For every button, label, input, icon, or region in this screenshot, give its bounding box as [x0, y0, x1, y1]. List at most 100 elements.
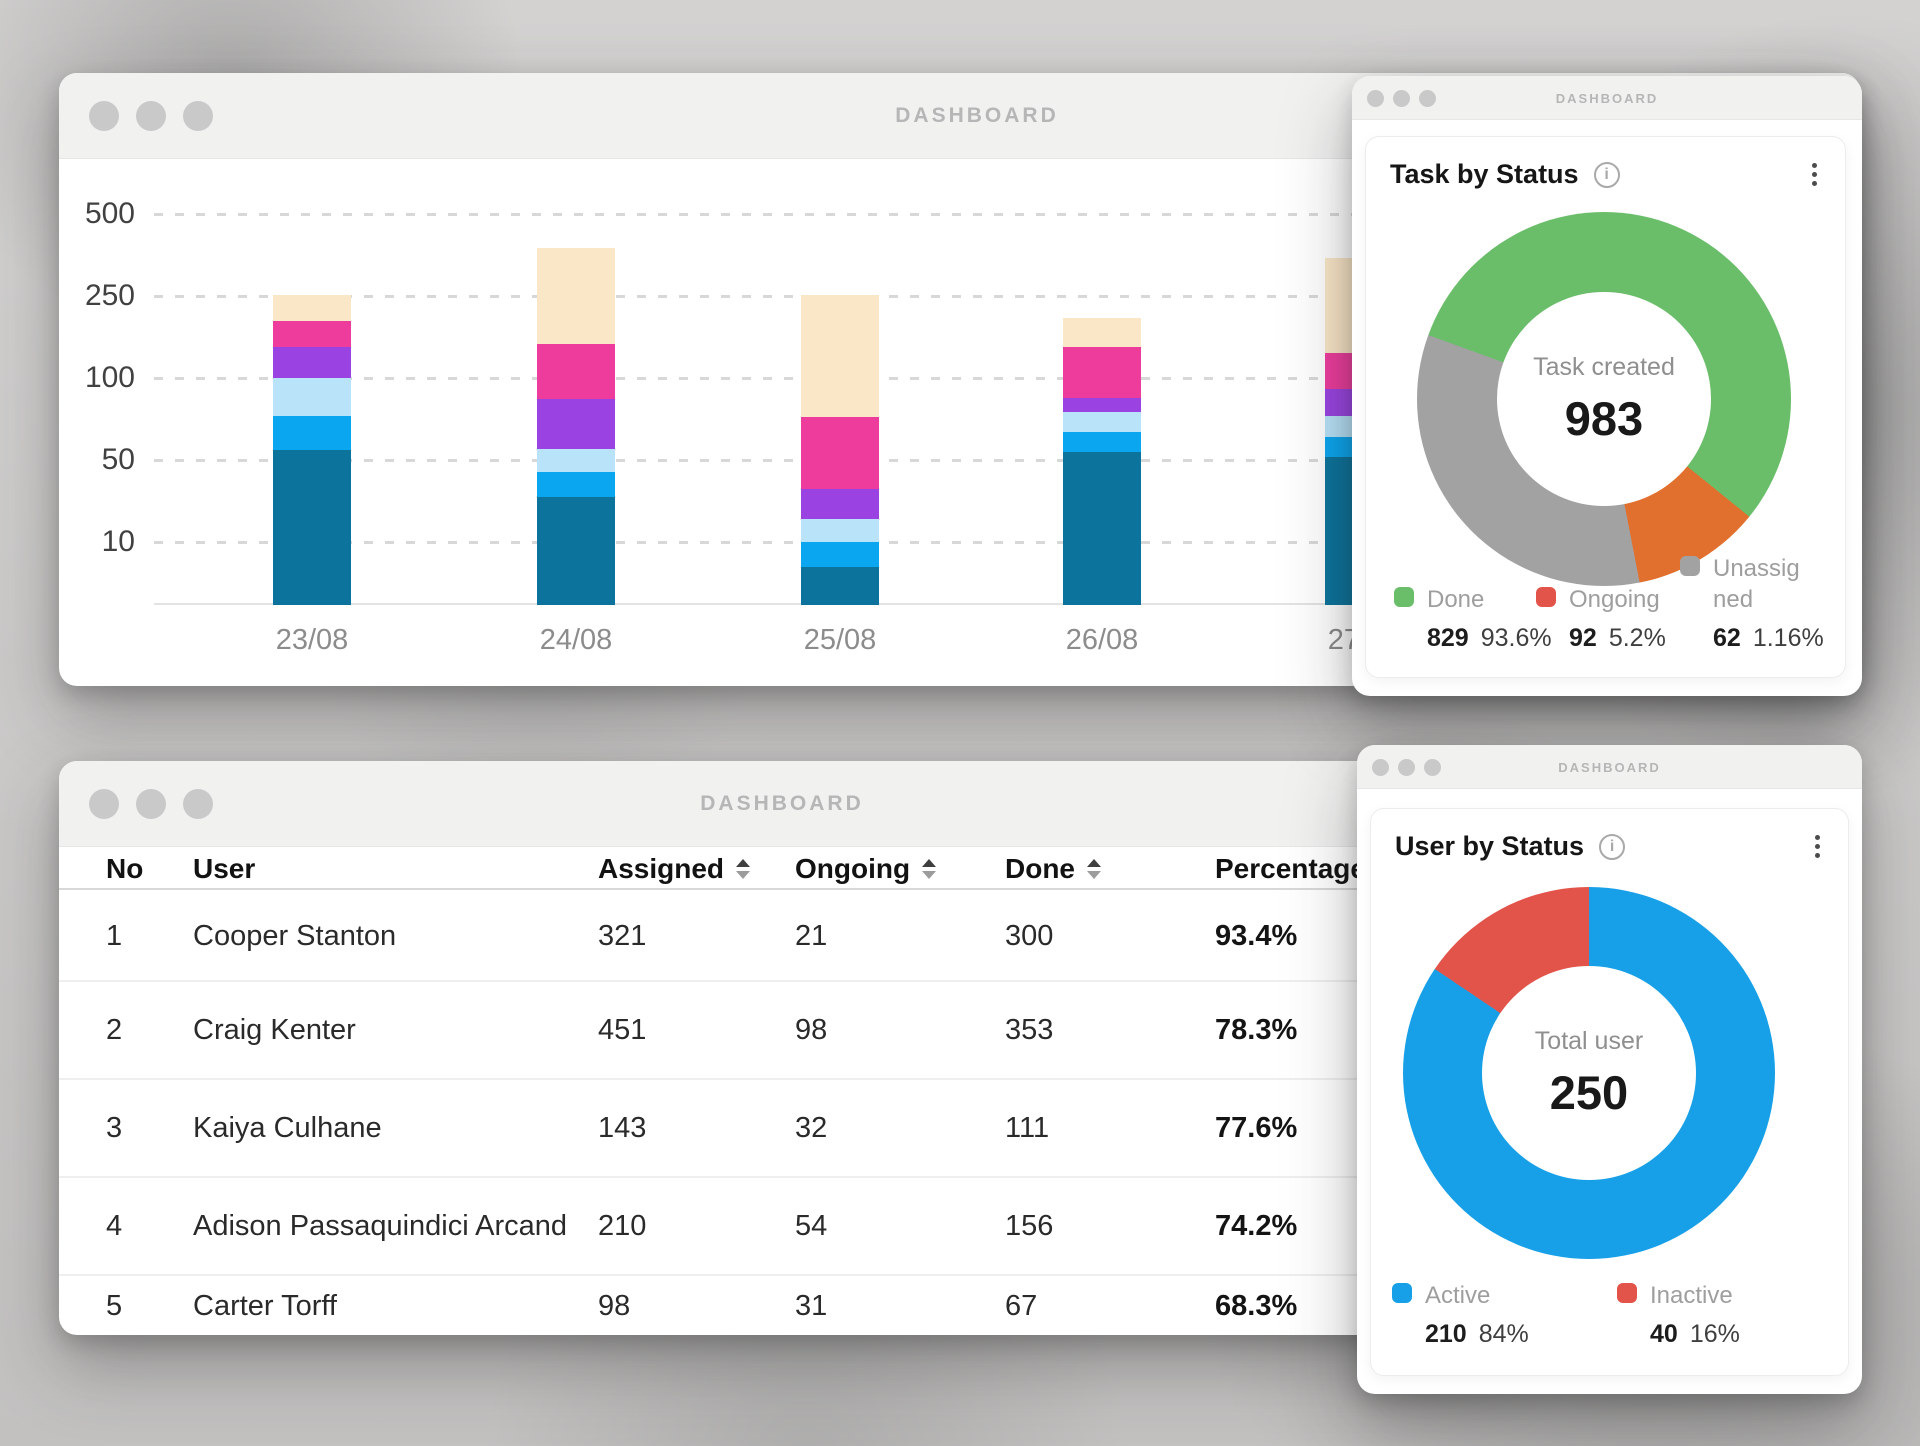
kebab-menu-icon[interactable] [1815, 835, 1820, 858]
column-header-assigned[interactable]: Assigned [598, 853, 795, 885]
sort-icon [1087, 859, 1101, 879]
table-cell: 321 [598, 920, 795, 953]
user-by-status-card: User by Status i Total user 250 Active 2… [1370, 808, 1849, 1376]
bar-segment-cream [1063, 318, 1141, 348]
legend-swatch [1394, 587, 1414, 607]
table-cell: 3 [106, 1112, 193, 1145]
bar-segment-purple [273, 347, 351, 378]
y-axis-tick-label: 250 [59, 279, 135, 313]
legend-percent: 5.2% [1609, 624, 1666, 653]
donut-center-value: 983 [1565, 391, 1643, 446]
bar-segment-purple [537, 399, 615, 448]
x-category-label: 25/08 [765, 622, 915, 658]
info-icon[interactable]: i [1594, 162, 1620, 188]
legend-percent: 84% [1479, 1320, 1529, 1349]
bar-segment-purple [801, 489, 879, 520]
column-header-user: User [193, 853, 598, 885]
table-row: 1Cooper Stanton3212130093.4% [59, 892, 1505, 982]
y-axis-tick-label: 50 [59, 443, 135, 477]
bar-segment-blue [537, 472, 615, 497]
titlebar: DASHBOARD [1352, 76, 1862, 120]
bar-segment-dark-blue [801, 567, 879, 605]
info-icon[interactable]: i [1599, 834, 1625, 860]
card-title: Task by Status [1390, 159, 1579, 190]
user-by-status-window: DASHBOARD User by Status i Total user 25… [1357, 745, 1862, 1394]
table-cell: 67 [1005, 1290, 1215, 1323]
table-cell: Adison Passaquindici Arcand [193, 1210, 598, 1243]
legend-swatch [1392, 1283, 1412, 1303]
column-header-done[interactable]: Done [1005, 853, 1215, 885]
legend-percent: 16% [1690, 1320, 1740, 1349]
window-control-dot[interactable] [89, 101, 119, 131]
table-cell: 156 [1005, 1210, 1215, 1243]
table-cell: Kaiya Culhane [193, 1112, 598, 1145]
legend-item: Ongoing 92 5.2% [1536, 584, 1680, 653]
bar-segment-light-blue [273, 378, 351, 416]
user-table-window: DASHBOARD No User Assigned Ongoing Done … [59, 761, 1505, 1335]
table-body: 1Cooper Stanton3212130093.4%2Craig Kente… [59, 892, 1505, 1335]
window-control-dot[interactable] [183, 101, 213, 131]
table-cell: 353 [1005, 1014, 1215, 1047]
legend-item: Done 829 93.6% [1394, 584, 1536, 653]
legend-label: Done [1427, 584, 1484, 615]
desktop-background: { "windows": { "bar": { "title": "DASHBO… [0, 0, 1920, 1446]
y-axis-tick-label: 500 [59, 197, 135, 231]
legend-swatch [1617, 1283, 1637, 1303]
table-cell: 1 [106, 920, 193, 953]
table-cell: 4 [106, 1210, 193, 1243]
table-cell: 143 [598, 1112, 795, 1145]
y-axis-tick-label: 100 [59, 361, 135, 395]
table-cell: 210 [598, 1210, 795, 1243]
legend-label: Unassigned [1713, 553, 1809, 615]
window-control-dot[interactable] [136, 101, 166, 131]
table-cell: 21 [795, 920, 1005, 953]
bar-segment-light-blue [1063, 412, 1141, 432]
bar-segment-magenta [801, 417, 879, 488]
legend-value: 40 [1650, 1320, 1678, 1349]
x-category-label: 24/08 [501, 622, 651, 658]
table-cell: 32 [795, 1112, 1005, 1145]
sort-icon [922, 859, 936, 879]
table-cell: 98 [795, 1014, 1005, 1047]
table-cell: Carter Torff [193, 1290, 598, 1323]
task-legend: Done 829 93.6% Ongoing 92 5.2% [1394, 553, 1831, 653]
window-title: DASHBOARD [1352, 91, 1862, 106]
bar-segment-blue [801, 542, 879, 567]
x-category-label: 23/08 [237, 622, 387, 658]
y-axis-tick-label: 10 [59, 525, 135, 559]
bar-segment-cream [273, 295, 351, 320]
table-cell: 111 [1005, 1112, 1215, 1145]
task-by-status-window: DASHBOARD Task by Status i Task created … [1352, 76, 1862, 696]
window-control-dot[interactable] [89, 789, 119, 819]
user-status-donut-chart: Total user 250 [1403, 887, 1775, 1259]
legend-item: Inactive 40 16% [1617, 1280, 1834, 1349]
column-header-ongoing[interactable]: Ongoing [795, 853, 1005, 885]
sort-icon [736, 859, 750, 879]
column-header-no: No [106, 853, 193, 885]
table-cell: 31 [795, 1290, 1005, 1323]
kebab-menu-icon[interactable] [1812, 163, 1817, 186]
donut-center: Task created 983 [1497, 292, 1711, 506]
legend-value: 62 [1713, 624, 1741, 653]
table-row: 3Kaiya Culhane1433211177.6% [59, 1080, 1505, 1178]
table-row: 2Craig Kenter4519835378.3% [59, 982, 1505, 1080]
legend-value: 210 [1425, 1320, 1467, 1349]
window-control-dot[interactable] [136, 789, 166, 819]
titlebar: DASHBOARD [59, 761, 1505, 847]
table-cell: 54 [795, 1210, 1005, 1243]
table-cell: 300 [1005, 920, 1215, 953]
window-title: DASHBOARD [652, 792, 912, 816]
table-row: 4Adison Passaquindici Arcand2105415674.2… [59, 1178, 1505, 1276]
bar-segment-light-blue [537, 449, 615, 473]
donut-center-label: Task created [1533, 353, 1675, 382]
bar-segment-blue [273, 416, 351, 450]
window-title: DASHBOARD [847, 104, 1107, 128]
legend-swatch [1680, 556, 1700, 576]
card-title: User by Status [1395, 831, 1584, 862]
legend-value: 92 [1569, 624, 1597, 653]
donut-center: Total user 250 [1482, 966, 1696, 1180]
table-header-row: No User Assigned Ongoing Done Percentage [59, 850, 1505, 890]
window-control-dot[interactable] [183, 789, 213, 819]
legend-swatch [1536, 587, 1556, 607]
table-row: 5Carter Torff98316768.3% [59, 1276, 1505, 1335]
